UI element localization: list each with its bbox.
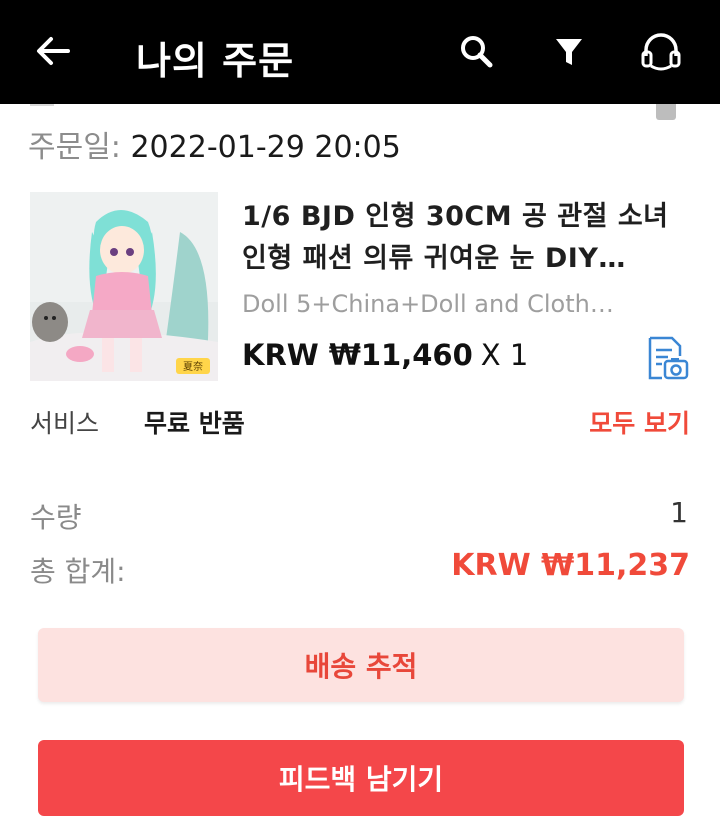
total-value: KRW ₩11,237 <box>451 548 690 583</box>
view-all-link[interactable]: 모두 보기 <box>589 404 690 440</box>
product-image[interactable]: 夏奈 <box>30 192 218 381</box>
product-image-watermark: 夏奈 <box>183 360 203 373</box>
app-header: 나의 주문 <box>0 0 720 104</box>
leave-feedback-label: 피드백 남기기 <box>278 763 444 796</box>
headset-support-icon[interactable] <box>638 28 684 76</box>
track-shipment-button[interactable]: 배송 추적 <box>38 628 684 702</box>
product-price: KRW ₩11,460 <box>242 338 473 372</box>
back-arrow-icon[interactable] <box>30 28 76 74</box>
total-label: 총 합계: <box>30 555 126 588</box>
order-date-value: 2022-01-29 20:05 <box>130 130 401 165</box>
search-icon[interactable] <box>454 28 500 76</box>
product-name[interactable]: 1/6 BJD 인형 30CM 공 관절 소녀 인형 패션 의류 귀여운 눈 D… <box>242 196 682 280</box>
previous-content-edge <box>30 104 54 110</box>
service-value: 무료 반품 <box>144 409 245 438</box>
filter-icon[interactable] <box>546 28 592 76</box>
page-title: 나의 주문 <box>136 39 295 83</box>
quantity-label: 수량 <box>30 501 82 534</box>
order-date-label: 주문일: <box>28 130 121 165</box>
leave-feedback-button[interactable]: 피드백 남기기 <box>38 740 684 816</box>
order-date-row: 주문일: 2022-01-29 20:05 <box>28 122 401 166</box>
product-variant: Doll 5+China+Doll and Cloth… <box>242 290 614 318</box>
service-label: 서비스 <box>30 409 100 438</box>
snapshot-icon[interactable] <box>642 334 690 382</box>
product-quantity: X 1 <box>480 338 529 372</box>
track-shipment-label: 배송 추적 <box>304 650 418 683</box>
scrollbar-thumb[interactable] <box>656 104 676 120</box>
quantity-value: 1 <box>670 496 688 529</box>
product-price-row: KRW ₩11,460 X 1 <box>242 338 528 372</box>
